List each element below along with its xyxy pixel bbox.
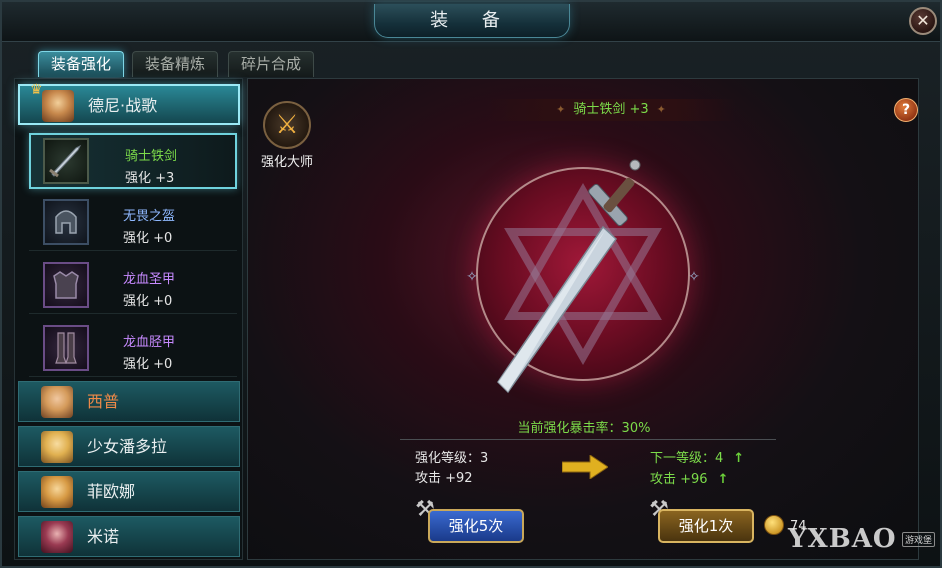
equip-item-helmet[interactable]: 无畏之盔 强化 +0 xyxy=(29,195,237,251)
tab-equip-enhance[interactable]: 装备强化 xyxy=(38,51,124,77)
knight-sword-icon xyxy=(497,159,641,394)
equip-name: 无畏之盔 xyxy=(123,209,176,224)
hero-portrait-icon xyxy=(41,386,73,418)
current-level: 强化等级：3 xyxy=(415,451,489,466)
tab-fragment-synthesis[interactable]: 碎片合成 xyxy=(228,51,314,77)
ornament-right-icon: ✦ xyxy=(656,103,666,116)
next-stats: 下一等级：4 ↑ 攻击 +96 ↑ xyxy=(650,448,744,490)
equip-level: 强化 +0 xyxy=(123,294,173,309)
hero-sidebar: ♛ 德尼·战歌 骑士铁剑 强化 +3 无畏之盔 强化 +0 龙血圣甲 强化 +0 xyxy=(14,78,243,560)
equip-level: 强化 +0 xyxy=(123,357,173,372)
hero-name: 德尼·战歌 xyxy=(88,96,158,115)
equipment-window: 装 备 ✕ 装备强化 装备精炼 碎片合成 ♛ 德尼·战歌 骑士铁剑 强化 +3 … xyxy=(0,0,942,568)
sword-icon xyxy=(43,138,89,184)
hero-portrait-icon xyxy=(42,90,74,122)
divider xyxy=(400,439,776,440)
enhance-master-label: 强化大师 xyxy=(260,155,313,170)
crown-icon: ♛ xyxy=(30,82,43,98)
equip-name: 龙血胫甲 xyxy=(123,335,176,350)
watermark-sub: 游戏堡 xyxy=(902,532,936,547)
arrow-up-icon: ↑ xyxy=(717,472,729,487)
enhance-panel: ⚔ 强化大师 ✦ 骑士铁剑 +3 ✦ ? ✧ ✧ 当前强化暴击率：30% 强化等级：… xyxy=(247,78,919,560)
arrow-right-icon xyxy=(562,455,608,479)
item-title-bar: ✦ 骑士铁剑 +3 ✦ xyxy=(486,99,736,121)
ornament-left-icon: ✦ xyxy=(556,103,566,116)
crit-rate-text: 当前强化暴击率：30% xyxy=(517,421,651,436)
close-button[interactable]: ✕ xyxy=(909,7,937,35)
enhance-five-times-button[interactable]: 强化5次 xyxy=(428,509,524,543)
enhance-once-button[interactable]: 强化1次 xyxy=(658,509,754,543)
hero-portrait-icon xyxy=(41,521,73,553)
equip-level: 强化 +0 xyxy=(123,231,173,246)
current-attack: 攻击 +92 xyxy=(415,471,473,486)
equip-item-armor[interactable]: 龙血圣甲 强化 +0 xyxy=(29,258,237,314)
hero-item-deni[interactable]: ♛ 德尼·战歌 xyxy=(18,82,240,125)
hero-name: 少女潘多拉 xyxy=(87,437,168,456)
hero-item-minuo[interactable]: 米诺 xyxy=(18,516,240,557)
watermark-logo: YXBAO xyxy=(788,524,897,554)
equip-name: 龙血圣甲 xyxy=(123,272,176,287)
next-level: 下一等级：4 xyxy=(650,451,724,466)
equip-item-greaves[interactable]: 龙血胫甲 强化 +0 xyxy=(29,321,237,377)
hero-name: 菲欧娜 xyxy=(87,482,136,501)
arrow-up-icon: ↑ xyxy=(733,451,745,466)
hero-name: 米诺 xyxy=(87,527,120,546)
crossed-swords-icon: ⚔ xyxy=(263,101,311,149)
hero-portrait-icon xyxy=(41,476,73,508)
hero-portrait-icon xyxy=(41,431,73,463)
gold-coin-icon xyxy=(764,515,784,535)
greaves-icon xyxy=(43,325,89,371)
hero-item-pandora[interactable]: 少女潘多拉 xyxy=(18,426,240,467)
equip-name: 骑士铁剑 xyxy=(125,149,178,164)
help-button[interactable]: ? xyxy=(894,98,918,122)
ring-left-gem-icon: ✧ xyxy=(466,269,478,285)
enhance-master-button[interactable]: ⚔ 强化大师 xyxy=(258,101,316,171)
hero-item-xipu[interactable]: 西普 xyxy=(18,381,240,422)
current-stats: 强化等级：3 攻击 +92 xyxy=(415,449,488,489)
item-title: 骑士铁剑 +3 xyxy=(573,102,649,117)
tab-equip-refine[interactable]: 装备精炼 xyxy=(132,51,218,77)
hero-name: 西普 xyxy=(87,392,120,411)
title-bar: 装 备 ✕ xyxy=(2,2,940,42)
hero-item-fiona[interactable]: 菲欧娜 xyxy=(18,471,240,512)
armor-icon xyxy=(43,262,89,308)
equip-item-sword[interactable]: 骑士铁剑 强化 +3 xyxy=(29,133,237,189)
window-title: 装 备 xyxy=(374,4,570,38)
next-attack: 攻击 +96 xyxy=(650,472,708,487)
helmet-icon xyxy=(43,199,89,245)
equip-level: 强化 +3 xyxy=(125,171,175,186)
ring-right-gem-icon: ✧ xyxy=(688,269,700,285)
